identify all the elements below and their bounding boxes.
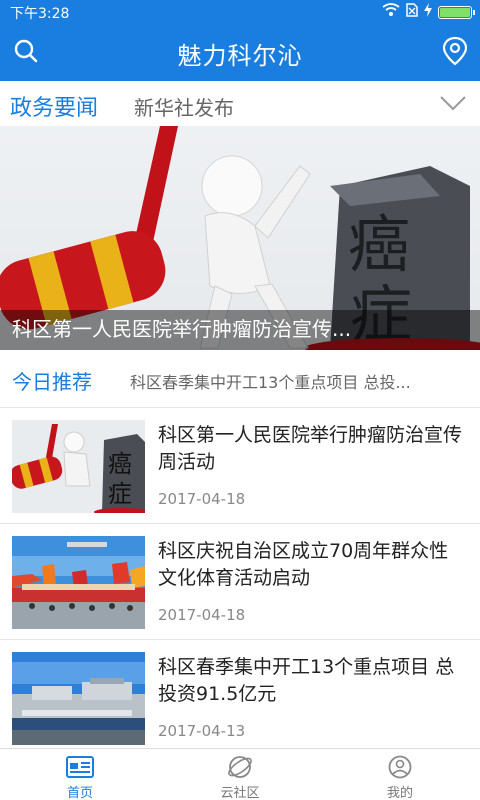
nav-community-label: 云社区 (220, 786, 260, 800)
profile-icon (386, 755, 414, 779)
today-recommend: 今日推荐 科区春季集中开工13个重点项目 总投... (0, 350, 480, 408)
battery-icon (438, 5, 475, 19)
status-time: 下午3:28 (10, 6, 70, 22)
news-date: 2017-04-18 (158, 490, 246, 508)
news-icon (66, 755, 94, 779)
community-icon (226, 755, 254, 779)
list-item[interactable]: 科区春季集中开工13个重点项目 总投资91.5亿元 2017-04-13 (0, 640, 480, 748)
list-item[interactable]: 科区庆祝自治区成立70周年群众性文化体育活动启动 2017-04-18 (0, 524, 480, 640)
today-label: 今日推荐 (12, 370, 92, 394)
list-item[interactable]: 癌 症 科区第一人民医院举行肿瘤防治宣传周活动 2017-04-18 (0, 408, 480, 524)
wifi-icon (382, 3, 400, 21)
news-thumbnail (12, 652, 145, 745)
bottom-nav: 首页 云社区 我的 (0, 748, 480, 800)
nav-home[interactable]: 首页 (0, 749, 160, 800)
news-thumbnail: 癌 症 (12, 420, 145, 513)
chevron-down-icon[interactable] (440, 95, 466, 111)
nav-profile-label: 我的 (386, 786, 413, 800)
tab-xinhua[interactable]: 新华社发布 (134, 92, 234, 121)
nav-home-label: 首页 (66, 786, 93, 800)
app-title: 魅力科尔沁 (177, 42, 303, 70)
status-bar: 下午3:28 (0, 0, 480, 24)
news-thumbnail (12, 536, 145, 629)
banner-carousel[interactable]: 癌 症 科区第一人民医院举行肿瘤防治宣传... (0, 126, 480, 350)
svg-text:症: 症 (108, 480, 132, 508)
news-headline: 科区第一人民医院举行肿瘤防治宣传周活动 (158, 424, 463, 473)
nav-community[interactable]: 云社区 (160, 749, 320, 800)
svg-text:癌: 癌 (348, 208, 410, 281)
app-bar: 魅力科尔沁 (0, 24, 480, 81)
news-date: 2017-04-13 (158, 722, 246, 740)
news-headline: 科区春季集中开工13个重点项目 总投资91.5亿元 (158, 656, 455, 705)
charging-icon (424, 3, 432, 21)
banner-caption: 科区第一人民医院举行肿瘤防治宣传... (12, 317, 352, 341)
location-pin-icon[interactable] (442, 36, 468, 66)
today-ticker[interactable]: 科区春季集中开工13个重点项目 总投... (130, 369, 460, 393)
news-headline: 科区庆祝自治区成立70周年群众性文化体育活动启动 (158, 540, 449, 589)
tab-government-news[interactable]: 政务要闻 (10, 90, 98, 122)
status-icons (382, 3, 475, 21)
news-list: 癌 症 科区第一人民医院举行肿瘤防治宣传周活动 2017-04-18 科区庆祝自… (0, 408, 480, 748)
news-date: 2017-04-18 (158, 606, 246, 624)
svg-text:癌: 癌 (108, 450, 132, 478)
section-tabs: 政务要闻 新华社发布 (0, 81, 480, 126)
no-sim-icon (406, 3, 418, 21)
nav-profile[interactable]: 我的 (320, 749, 480, 800)
top-bar: 下午3:28 魅力科尔沁 (0, 0, 480, 81)
